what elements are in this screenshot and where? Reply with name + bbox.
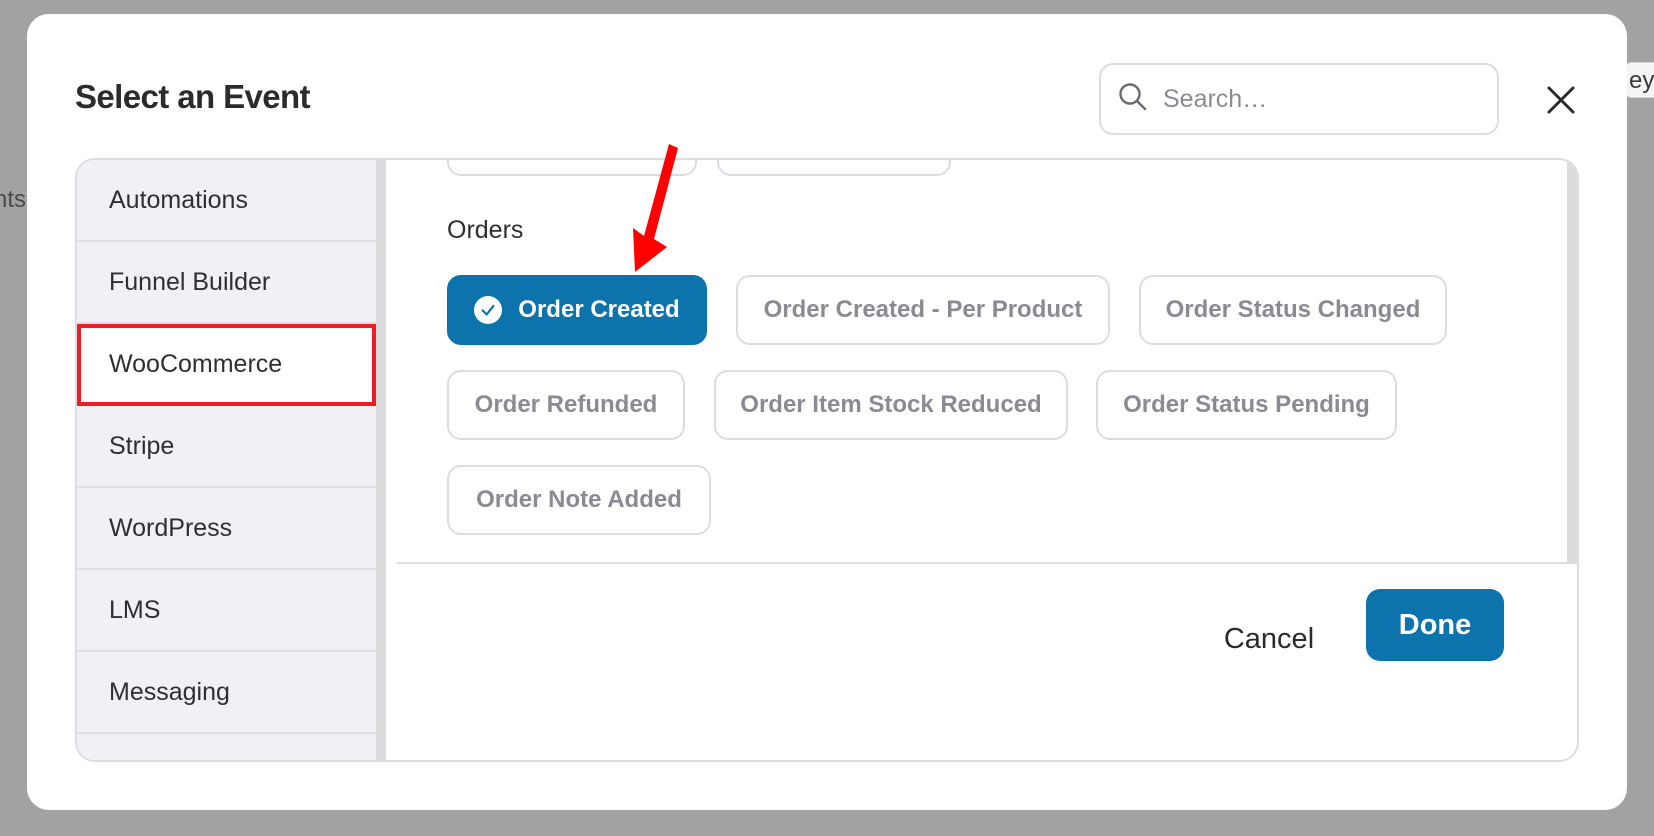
event-chip-partial[interactable] (447, 160, 697, 176)
category-sidebar: Automations Funnel Builder WooCommerce S… (77, 160, 386, 760)
sidebar-item-lms[interactable]: LMS (77, 570, 376, 652)
background-tab-fragment: ey (1624, 62, 1654, 98)
sidebar-item-label: WordPress (109, 513, 233, 542)
sidebar-item-funnel-builder[interactable]: Funnel Builder (77, 242, 376, 324)
event-picker-panel: Automations Funnel Builder WooCommerce S… (75, 158, 1579, 762)
event-chip-order-created[interactable]: Order Created (447, 275, 707, 345)
sidebar-item-woocommerce[interactable]: WooCommerce (77, 324, 376, 406)
cancel-button[interactable]: Cancel (1209, 604, 1329, 674)
event-chip-label: Order Created (518, 296, 680, 323)
event-chip-order-refunded[interactable]: Order Refunded (447, 370, 685, 440)
sidebar-item-automations[interactable]: Automations (77, 160, 376, 242)
sidebar-item-label: Stripe (109, 431, 175, 460)
sidebar-item-messaging[interactable]: Messaging (77, 652, 376, 734)
sidebar-item-label: WooCommerce (109, 349, 283, 378)
event-chip-label: Order Note Added (476, 486, 682, 513)
event-chip-partial[interactable] (717, 160, 951, 176)
check-icon (474, 296, 503, 324)
search-box[interactable] (1099, 63, 1499, 135)
sidebar-item-label: Messaging (109, 677, 230, 706)
sidebar-item-label: Funnel Builder (109, 267, 271, 296)
event-chip-order-item-stock-reduced[interactable]: Order Item Stock Reduced (714, 370, 1068, 440)
sidebar-item-wordpress[interactable]: WordPress (77, 488, 376, 570)
event-chip-label: Order Status Changed (1165, 296, 1421, 323)
close-icon[interactable] (1541, 80, 1581, 120)
search-input[interactable] (1163, 84, 1483, 114)
modal-footer: Cancel Done (397, 562, 1577, 760)
select-event-modal: Select an Event Automations Funnel Build… (27, 14, 1627, 810)
done-button[interactable]: Done (1366, 589, 1504, 661)
event-chip-order-created-per-product[interactable]: Order Created - Per Product (736, 275, 1110, 345)
event-chip-label: Order Item Stock Reduced (740, 391, 1042, 418)
event-chip-order-status-changed[interactable]: Order Status Changed (1139, 275, 1447, 345)
sidebar-item-stripe[interactable]: Stripe (77, 406, 376, 488)
section-title-orders: Orders (447, 216, 524, 244)
event-chip-order-status-pending[interactable]: Order Status Pending (1096, 370, 1397, 440)
background-text-fragment: nts (0, 186, 27, 213)
sidebar-item-label: LMS (109, 595, 161, 624)
event-chip-order-note-added[interactable]: Order Note Added (447, 465, 711, 535)
search-icon (1117, 81, 1149, 118)
event-chip-label: Order Created - Per Product (763, 296, 1083, 323)
event-chip-label: Order Refunded (474, 391, 658, 418)
event-list[interactable]: Orders Order Created Order Created - Per… (397, 160, 1577, 562)
sidebar-item-label: Automations (109, 185, 248, 214)
modal-title: Select an Event (75, 78, 311, 115)
event-chip-label: Order Status Pending (1123, 391, 1370, 418)
